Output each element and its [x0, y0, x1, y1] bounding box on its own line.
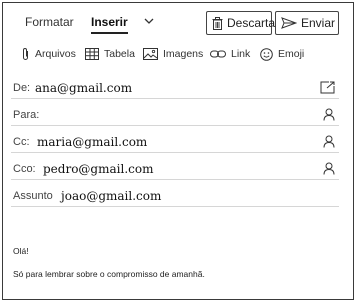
cc-value[interactable]: maria@gmail.com	[37, 135, 147, 149]
toolbar-item-emoji[interactable]: Emoji	[260, 45, 304, 63]
cc-label: Cc:	[13, 136, 30, 148]
bcc-label: Cco:	[13, 163, 36, 175]
bcc-field[interactable]: Cco: pedro@gmail.com	[11, 156, 339, 180]
compose-header: Formatar Inserir Descartar Enviar	[3, 3, 353, 37]
tab-formatar[interactable]: Formatar	[25, 15, 74, 29]
link-icon	[210, 50, 226, 58]
popout-icon[interactable]	[320, 81, 335, 94]
image-icon	[143, 48, 158, 60]
send-icon	[281, 17, 297, 29]
to-label: Para:	[13, 109, 40, 121]
from-field[interactable]: De: ana@gmail.com	[11, 75, 339, 99]
message-greeting: Olá!	[13, 246, 29, 256]
trash-icon	[212, 16, 223, 30]
tab-inserir[interactable]: Inserir	[91, 15, 128, 34]
emoji-icon	[260, 47, 273, 61]
message-line: Só para lembrar sobre o compromisso de a…	[13, 269, 205, 279]
subject-field[interactable]: Assunto joao@gmail.com	[11, 183, 339, 207]
toolbar-item-imagens[interactable]: Imagens	[143, 45, 203, 63]
person-icon[interactable]	[323, 135, 335, 148]
insert-toolbar: Arquivos Tabela Imagens Link Emoji	[3, 45, 353, 65]
send-button[interactable]: Enviar	[275, 11, 339, 35]
toolbar-item-label: Imagens	[163, 48, 204, 60]
toolbar-item-label: Link	[231, 48, 251, 60]
toolbar-item-label: Tabela	[104, 48, 135, 60]
person-icon[interactable]	[323, 108, 335, 121]
toolbar-item-link[interactable]: Link	[210, 45, 250, 63]
paperclip-icon	[23, 48, 28, 60]
subject-label: Assunto	[13, 190, 53, 202]
cc-field[interactable]: Cc: maria@gmail.com	[11, 129, 339, 153]
from-value[interactable]: ana@gmail.com	[35, 81, 132, 95]
send-label: Enviar	[301, 16, 336, 30]
discard-label: Descartar	[227, 16, 280, 30]
chevron-down-icon[interactable]	[142, 14, 156, 28]
discard-button[interactable]: Descartar	[206, 11, 279, 35]
table-icon	[85, 48, 99, 60]
toolbar-item-tabela[interactable]: Tabela	[85, 45, 135, 63]
toolbar-item-label: Emoji	[278, 48, 305, 60]
person-icon[interactable]	[323, 162, 335, 175]
compose-window: Formatar Inserir Descartar Enviar Arquiv…	[2, 2, 354, 300]
toolbar-item-arquivos[interactable]: Arquivos	[21, 45, 76, 63]
bcc-value[interactable]: pedro@gmail.com	[43, 162, 153, 176]
to-field[interactable]: Para:	[11, 102, 339, 126]
toolbar-item-label: Arquivos	[35, 48, 76, 60]
from-label: De:	[13, 82, 31, 94]
subject-value[interactable]: joao@gmail.com	[61, 189, 161, 203]
